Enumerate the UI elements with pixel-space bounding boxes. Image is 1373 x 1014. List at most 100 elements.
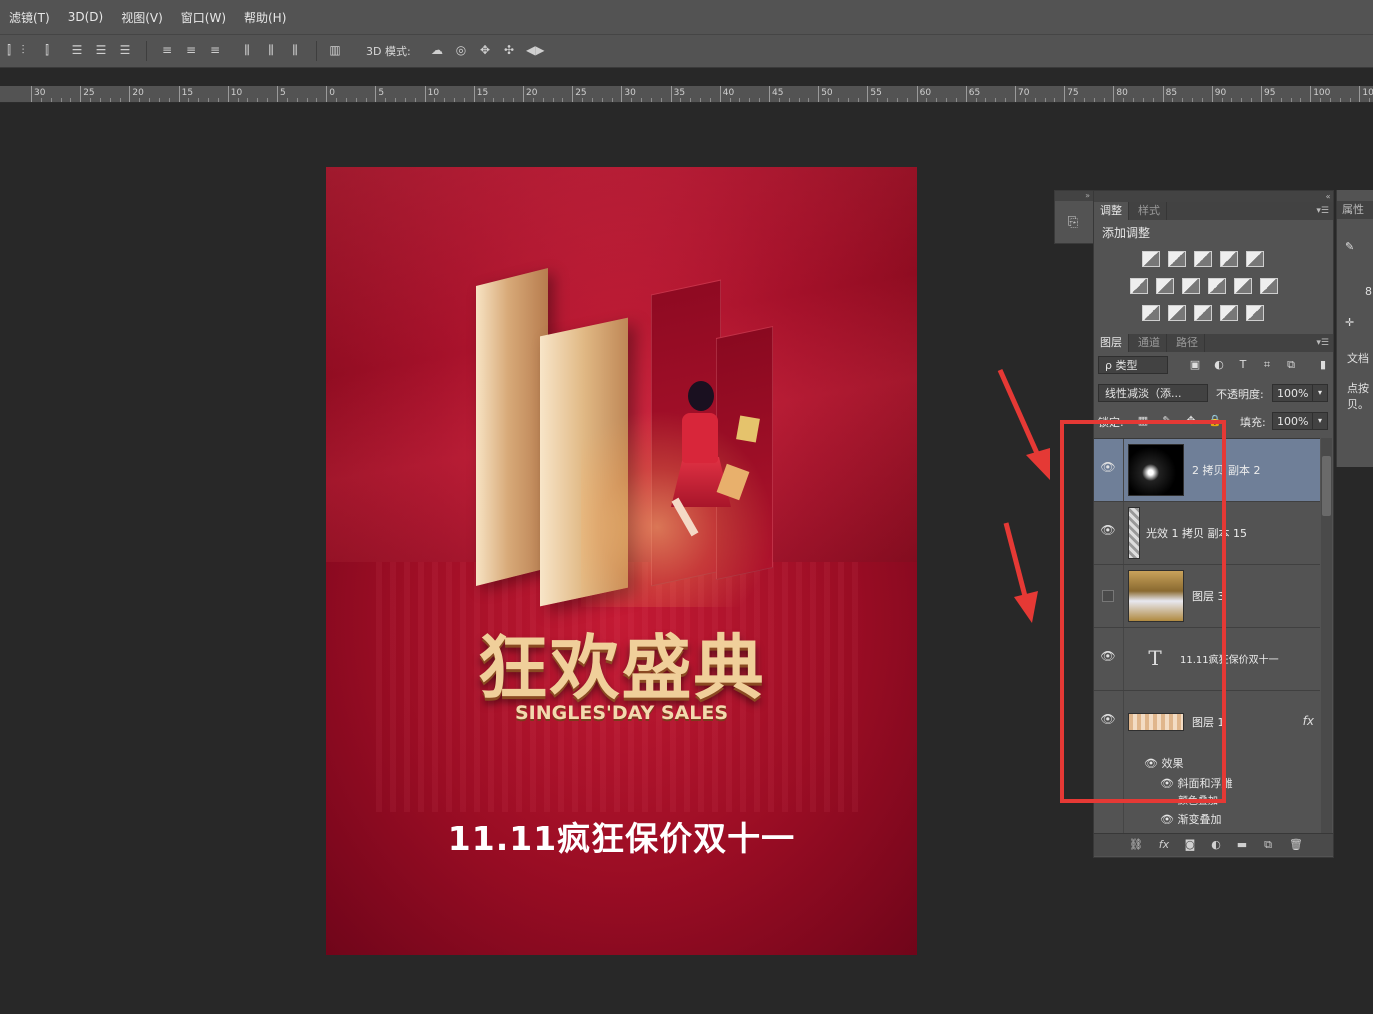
ruler-tick-label: 20 (129, 86, 144, 102)
menu-filter[interactable]: 滤镜(T) (0, 9, 59, 26)
menu-help[interactable]: 帮助(H) (235, 9, 295, 26)
ruler-minor-tick (749, 98, 751, 102)
selective-color-icon[interactable] (1220, 305, 1238, 321)
scrollbar-thumb[interactable] (1322, 456, 1331, 516)
link-layers-icon[interactable]: ⛓ (1128, 838, 1144, 852)
3d-scale-icon[interactable]: ◀▶ (526, 43, 544, 57)
photo-filter-icon[interactable] (1208, 278, 1226, 294)
add-mask-icon[interactable]: ◙ (1182, 838, 1198, 852)
crosshair-icon[interactable]: ✛ (1345, 316, 1354, 329)
invert-icon[interactable] (1142, 305, 1160, 321)
ruler-minor-tick (365, 98, 367, 102)
align-left-icon[interactable]: ⫿ (2, 43, 16, 57)
posterize-icon[interactable] (1168, 305, 1186, 321)
filter-type-icon[interactable]: T (1236, 359, 1250, 371)
menu-3d[interactable]: 3D(D) (59, 10, 112, 24)
distribute-bottom-icon[interactable]: ☰ (118, 43, 132, 57)
filter-adjustment-icon[interactable]: ◐ (1212, 359, 1226, 371)
poster-title: 狂欢盛典 (477, 626, 766, 709)
layers-scrollbar[interactable] (1321, 438, 1332, 833)
align-right-icon[interactable]: ⫿ (40, 43, 54, 57)
new-adjustment-icon[interactable]: ◐ (1208, 838, 1224, 852)
adjustment-icons-row-3 (1142, 305, 1264, 321)
filter-toggle-icon[interactable]: ▮ (1316, 359, 1330, 371)
ruler-minor-tick (650, 98, 652, 102)
tab-properties[interactable]: 属性 (1337, 201, 1373, 219)
threshold-icon[interactable] (1194, 305, 1212, 321)
3d-roll-icon[interactable]: ◎ (454, 43, 468, 57)
add-style-icon[interactable]: fx (1156, 838, 1172, 852)
tab-document[interactable]: 文档 (1347, 350, 1369, 366)
properties-panel: 属性 ✎ 8 ✛ 文档 点按 贝。 (1336, 190, 1373, 467)
ruler-minor-tick (198, 98, 200, 102)
collapse-icon[interactable]: « (1094, 191, 1333, 202)
color-lookup-icon[interactable] (1260, 278, 1278, 294)
brightness-icon[interactable] (1142, 251, 1160, 267)
menu-bar: 滤镜(T) 3D(D) 视图(V) 窗口(W) 帮助(H) (0, 0, 1373, 34)
ruler-minor-tick (532, 98, 534, 102)
panel-menu-icon[interactable]: ▾☰ (1316, 202, 1329, 220)
fx-icon[interactable]: fx (1303, 714, 1314, 728)
history-icon[interactable]: ⎘ (1063, 213, 1083, 233)
distribute-vcenter-icon[interactable]: ☰ (94, 43, 108, 57)
ruler-minor-tick (1320, 98, 1322, 102)
distribute-col-right-icon[interactable]: ⫼ (288, 43, 302, 57)
align-hcenter-icon[interactable]: ⫶ (16, 43, 30, 57)
distribute-left-icon[interactable]: ≡ (160, 43, 174, 57)
fill-field[interactable]: 100% ▾ (1272, 412, 1328, 430)
eyedropper-icon[interactable]: ✎ (1345, 240, 1354, 253)
effect-gradient-overlay-row[interactable]: 👁 渐变叠加 (1160, 811, 1221, 827)
tab-paths[interactable]: 路径 (1170, 334, 1205, 352)
layers-menu-icon[interactable]: ▾☰ (1316, 334, 1329, 352)
black-white-icon[interactable] (1182, 278, 1200, 294)
tab-styles[interactable]: 样式 (1132, 202, 1167, 220)
distribute-right-icon[interactable]: ≡ (208, 43, 222, 57)
ruler-minor-tick (601, 98, 603, 102)
ruler-tick-label: 35 (670, 86, 685, 102)
3d-rotate-icon[interactable]: ☁ (430, 43, 444, 57)
exposure-icon[interactable] (1220, 251, 1238, 267)
color-balance-icon[interactable] (1156, 278, 1174, 294)
horizontal-ruler[interactable]: 30 25 20 15 10 5 0 5 10 15 20 25 30 35 40 45 50 55 60 65 70 7… (0, 86, 1373, 103)
menu-window[interactable]: 窗口(W) (172, 9, 235, 26)
auto-align-icon[interactable]: ▥ (328, 43, 342, 57)
levels-icon[interactable] (1168, 251, 1186, 267)
ruler-minor-tick (1142, 98, 1144, 102)
ruler-tick-label: 90 (1211, 86, 1226, 102)
gradient-map-icon[interactable] (1246, 305, 1264, 321)
ruler-minor-tick (444, 98, 446, 102)
expand-icon[interactable]: » (1055, 191, 1093, 201)
distribute-col-left-icon[interactable]: ⫼ (240, 43, 254, 57)
channel-mixer-icon[interactable] (1234, 278, 1252, 294)
distribute-col-center-icon[interactable]: ⫼ (264, 43, 278, 57)
layer-filter-select[interactable]: ρ 类型 (1098, 356, 1168, 374)
chevron-down-icon[interactable]: ▾ (1312, 385, 1327, 401)
3d-slide-icon[interactable]: ✣ (502, 43, 516, 57)
tab-channels[interactable]: 通道 (1132, 334, 1167, 352)
document-canvas[interactable]: 狂欢盛典 SINGLES'DAY SALES 11.11疯狂保价双十一 (326, 167, 917, 955)
3d-pan-icon[interactable]: ✥ (478, 43, 492, 57)
new-group-icon[interactable]: ▬ (1234, 838, 1250, 852)
ruler-minor-tick (631, 98, 633, 102)
new-layer-icon[interactable]: ⧉ (1260, 838, 1276, 852)
tab-adjustments[interactable]: 调整 (1094, 202, 1129, 220)
ruler-minor-tick (404, 98, 406, 102)
opacity-field[interactable]: 100% ▾ (1272, 384, 1328, 402)
distribute-hcenter-icon[interactable]: ≡ (184, 43, 198, 57)
ruler-minor-tick (542, 98, 544, 102)
tab-layers[interactable]: 图层 (1094, 334, 1129, 352)
hue-saturation-icon[interactable] (1130, 278, 1148, 294)
ruler-minor-tick (1054, 98, 1056, 102)
menu-view[interactable]: 视图(V) (112, 9, 172, 26)
filter-smart-icon[interactable]: ⧉ (1284, 359, 1298, 371)
ruler-tick-label: 30 (621, 86, 636, 102)
filter-shape-icon[interactable]: ⌗ (1260, 359, 1274, 371)
curves-icon[interactable] (1194, 251, 1212, 267)
vibrance-icon[interactable] (1246, 251, 1264, 267)
chevron-down-icon[interactable]: ▾ (1312, 413, 1327, 429)
delete-layer-icon[interactable]: 🗑 (1288, 838, 1304, 852)
distribute-top-icon[interactable]: ☰ (70, 43, 84, 57)
filter-pixel-icon[interactable]: ▣ (1188, 359, 1202, 371)
blend-mode-select[interactable]: 线性减淡（添... (1098, 384, 1208, 402)
ruler-minor-tick (1103, 98, 1105, 102)
